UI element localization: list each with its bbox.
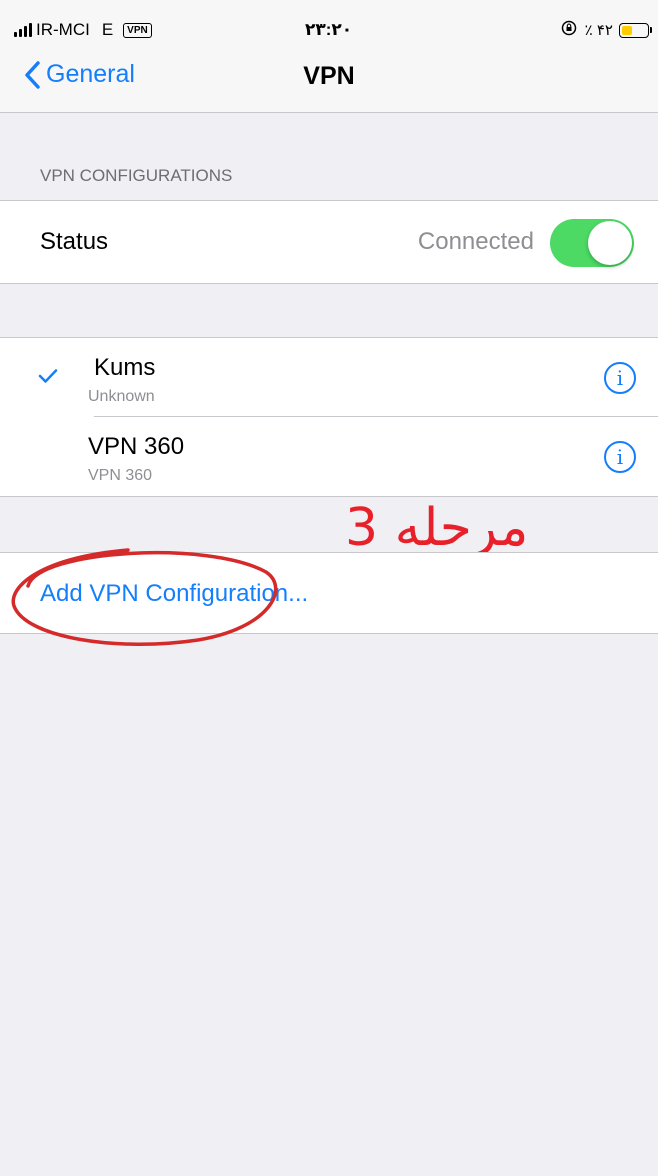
vpn-item-vpn-360[interactable]: VPN 360 VPN 360 i xyxy=(0,417,658,496)
battery-fill xyxy=(622,25,632,35)
status-bar-time: ۲۳:۲۰ xyxy=(305,20,353,39)
vpn-item-kums[interactable]: Kums Unknown i xyxy=(0,338,658,417)
navigation-bar: General VPN xyxy=(0,40,658,113)
battery-percent: ٪ ۴۲ xyxy=(584,22,613,39)
section-header: VPN CONFIGURATIONS xyxy=(40,166,233,185)
vpn-toggle[interactable] xyxy=(550,219,634,267)
status-value: Connected xyxy=(417,228,534,255)
rotation-lock-icon xyxy=(561,20,577,40)
vpn-list: Kums Unknown i VPN 360 VPN 360 i xyxy=(0,337,658,497)
status-bar-right: ٪ ۴۲ xyxy=(561,20,652,40)
status-bar-left: IR-MCI E VPN xyxy=(14,20,152,40)
info-icon[interactable]: i xyxy=(604,362,636,394)
info-icon[interactable]: i xyxy=(604,441,636,473)
vpn-subtitle: VPN 360 xyxy=(88,467,153,484)
carrier-name: IR-MCI xyxy=(36,20,90,39)
vpn-name: VPN 360 xyxy=(88,433,185,460)
status-bar: IR-MCI E VPN ۲۳:۲۰ ٪ ۴۲ xyxy=(0,0,658,40)
checkmark-icon xyxy=(38,369,58,383)
vpn-badge: VPN xyxy=(123,22,152,38)
page-title: VPN xyxy=(303,62,355,90)
vpn-name: Kums xyxy=(94,354,156,381)
annotation-circle xyxy=(11,548,278,646)
vpn-subtitle: Unknown xyxy=(88,388,155,405)
status-label: Status xyxy=(40,228,109,255)
battery-icon xyxy=(619,22,649,38)
toggle-knob xyxy=(588,221,632,265)
step-annotation: مرحله 3 xyxy=(345,498,529,558)
signal-strength-icon xyxy=(14,23,32,37)
status-row: Status Connected xyxy=(0,200,658,284)
network-type: E xyxy=(101,20,114,39)
battery-cap xyxy=(650,27,652,33)
